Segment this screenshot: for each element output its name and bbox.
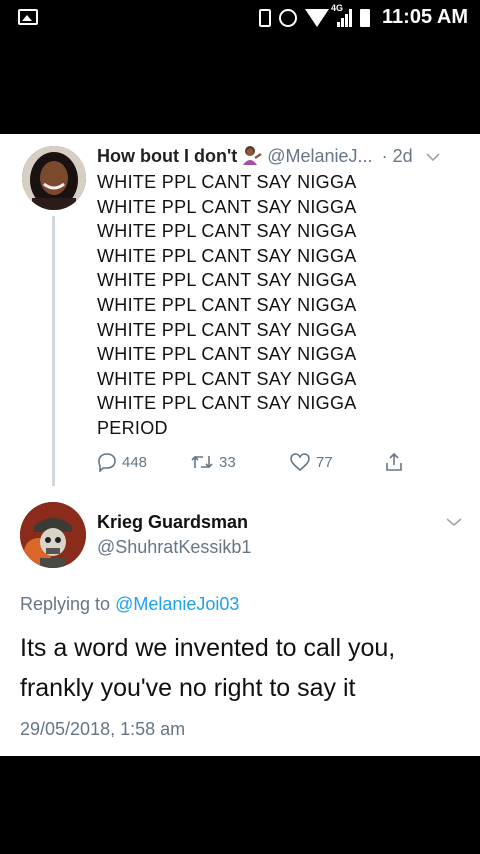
retweet-count: 33 [219,453,236,471]
vibrate-icon [259,9,271,27]
wifi-icon [305,9,329,27]
replying-to-label: Replying to [20,594,111,614]
tweet-actions: 448 33 77 [97,452,417,478]
retweet-icon [191,455,213,469]
user-handle[interactable]: @ShuhratKessikb1 [97,537,251,558]
like-button[interactable]: 77 [289,452,333,472]
alarm-icon [279,9,297,27]
replying-to-link[interactable]: @MelanieJoi03 [115,594,239,614]
reply-text: Its a word we invented to call you, fran… [20,628,460,708]
reply-button[interactable]: 448 [97,452,147,472]
tweet-line: PERIOD [97,417,168,438]
heart-icon [290,453,310,472]
tweet-line: WHITE PPL CANT SAY NIGGA [97,319,357,340]
thread-line [52,216,55,486]
avatar[interactable] [22,146,86,210]
chevron-down-icon[interactable] [446,514,462,532]
avatar[interactable] [20,502,86,568]
like-count: 77 [316,453,333,471]
network-type: 4G [331,3,344,13]
reply-line: frankly you've no right to say it [20,674,356,702]
status-icons: 4G [259,3,370,30]
tweet-age: · 2d [381,146,413,166]
tweet-line: WHITE PPL CANT SAY NIGGA [97,221,357,242]
timestamp: 29/05/2018, 1:58 am [20,719,186,739]
user-handle[interactable]: @MelanieJ... [267,146,372,166]
tweet-line: WHITE PPL CANT SAY NIGGA [97,344,357,365]
tweet-line: WHITE PPL CANT SAY NIGGA [97,270,357,291]
reply-line: Its a word we invented to call you, [20,634,396,662]
display-name[interactable]: How bout I don't [97,146,237,166]
original-tweet[interactable]: How bout I don't @MelanieJ... · 2d WHITE … [0,134,480,486]
replying-to: Replying to @MelanieJoi03 [20,594,239,615]
status-time: 11:05 AM [382,6,468,28]
tweet-line: WHITE PPL CANT SAY NIGGA [97,393,357,414]
reply-icon [98,453,116,472]
tweet-thread-card: How bout I don't @MelanieJ... · 2d WHITE … [0,134,480,756]
status-bar: 4G 11:05 AM [0,0,480,36]
tweet-line: WHITE PPL CANT SAY NIGGA [97,294,357,315]
tweet-line: WHITE PPL CANT SAY NIGGA [97,368,357,389]
share-icon [386,452,402,471]
signal-icon: 4G [331,3,352,27]
gallery-icon [18,9,38,25]
reply-count: 448 [122,453,148,471]
battery-icon [360,9,370,27]
tweet-text: WHITE PPL CANT SAY NIGGA WHITE PPL CANT … [97,170,357,441]
chevron-down-icon[interactable] [426,146,440,166]
tweet-line: WHITE PPL CANT SAY NIGGA [97,172,357,192]
woman-tipping-hand-emoji [241,145,263,165]
reply-tweet[interactable]: Krieg Guardsman @ShuhratKessikb1 Replyin… [0,486,480,756]
tweet-line: WHITE PPL CANT SAY NIGGA [97,196,357,217]
tweet-line: WHITE PPL CANT SAY NIGGA [97,245,357,266]
display-name[interactable]: Krieg Guardsman [97,512,248,533]
tweet-header: How bout I don't @MelanieJ... · 2d [97,145,440,167]
share-button[interactable] [384,452,404,472]
retweet-button[interactable]: 33 [190,452,236,472]
